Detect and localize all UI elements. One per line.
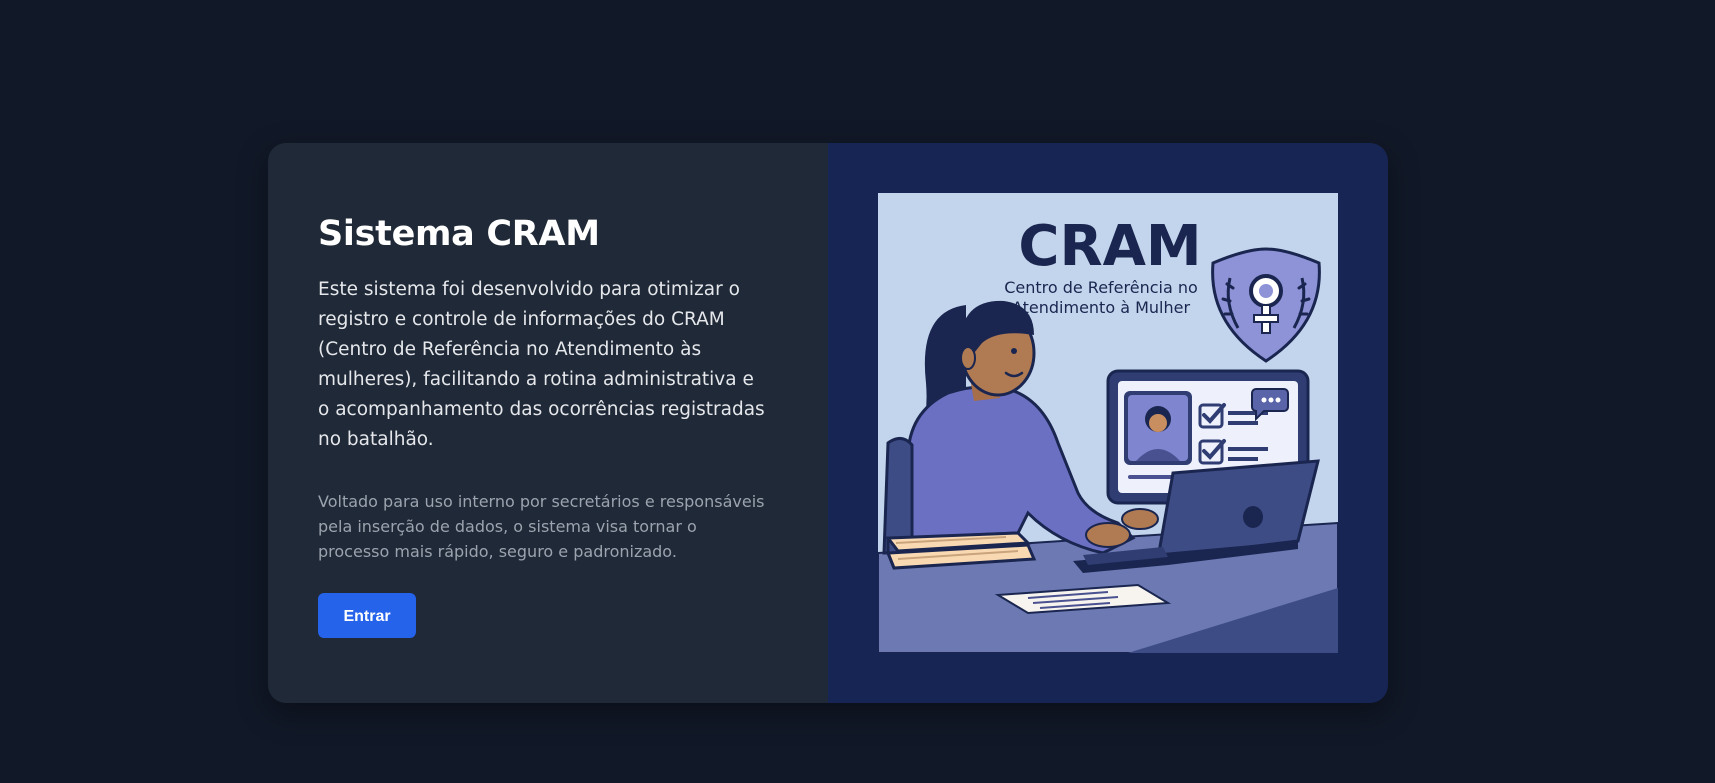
cram-illustration: CRAM Centro de Referência no Atendimento… xyxy=(878,193,1338,653)
illustration-brand: CRAM xyxy=(1018,214,1201,279)
illustration-subtitle-line2: Atendimento à Mulher xyxy=(1012,298,1191,317)
enter-button[interactable]: Entrar xyxy=(318,593,416,638)
system-description: Este sistema foi desenvolvido para otimi… xyxy=(318,279,765,450)
usage-note: Voltado para uso interno por secretários… xyxy=(318,492,765,561)
illustration-subtitle-line1: Centro de Referência no xyxy=(1004,278,1198,297)
page-title: Sistema CRAM xyxy=(318,214,600,254)
illustration-panel: CRAM Centro de Referência no Atendimento… xyxy=(828,143,1388,703)
info-panel: Sistema CRAM Este sistema foi desenvolvi… xyxy=(268,143,828,703)
welcome-card: Sistema CRAM Este sistema foi desenvolvi… xyxy=(268,143,1388,703)
